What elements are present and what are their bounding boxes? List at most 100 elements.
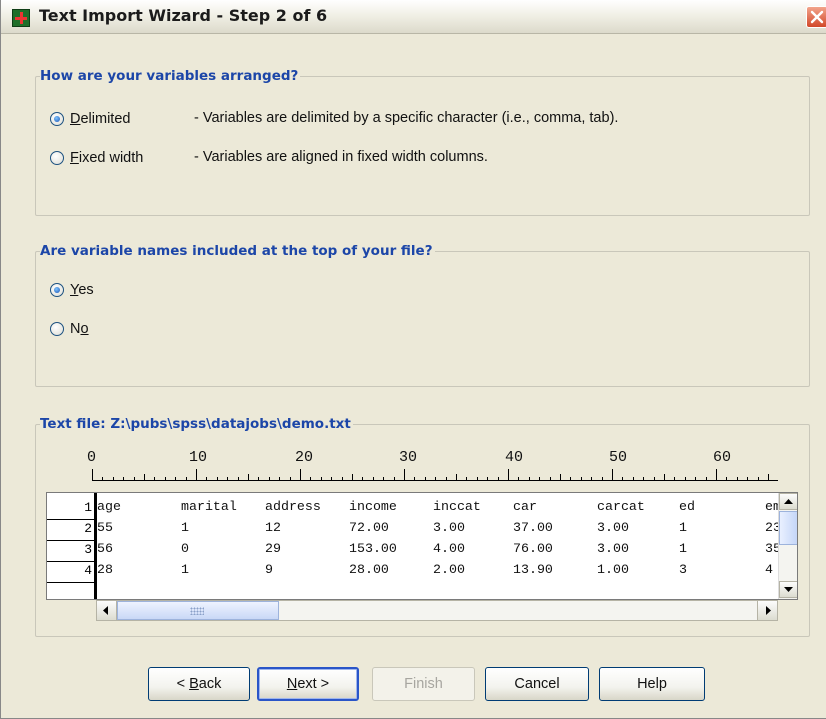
ruler-tick (424, 477, 426, 481)
yes-radio[interactable] (50, 283, 64, 297)
data-cell: 28.00 (349, 562, 389, 577)
data-row: 28 1 9 28.00 2.00 13.90 1.00 3 4 (97, 560, 777, 580)
ruler-tick (352, 474, 353, 481)
back-label: ack (198, 676, 222, 692)
next-button[interactable]: Next > (257, 667, 359, 701)
ruler-tick (768, 474, 769, 481)
row-number: 1 (84, 500, 92, 515)
scroll-right-button[interactable] (757, 601, 777, 620)
data-cell: 1 (181, 520, 189, 535)
ruler-tick (580, 477, 582, 481)
fixed-width-description: - Variables are aligned in fixed width c… (194, 149, 488, 165)
ruler-number: 30 (399, 449, 418, 466)
ruler-tick (601, 477, 603, 481)
data-cell: 28 (97, 562, 113, 577)
data-cell: 76.00 (513, 541, 553, 556)
text-import-wizard-window: Text Import Wizard - Step 2 of 6 How are… (0, 0, 826, 719)
fixed-width-option[interactable]: Fixed width (50, 148, 143, 168)
ruler-tick (612, 469, 613, 481)
data-cell: income (349, 499, 397, 514)
ruler-tick (144, 474, 145, 481)
data-cell: age (97, 499, 121, 514)
back-prefix: < (176, 676, 190, 692)
data-cell: 1 (679, 541, 687, 556)
ruler-tick (726, 477, 728, 481)
variable-names-group: Are variable names included at the top o… (35, 243, 810, 387)
ruler-tick (154, 477, 156, 481)
ruler-tick (393, 477, 395, 481)
arrow-left-icon (103, 606, 108, 615)
ruler-tick (622, 477, 624, 481)
ruler-tick (404, 469, 405, 481)
ruler-tick (372, 477, 374, 481)
ruler-tick (112, 477, 114, 481)
ruler-tick (591, 477, 593, 481)
scroll-up-button[interactable] (779, 493, 797, 510)
vertical-scrollbar[interactable] (778, 493, 797, 599)
cancel-label: Cancel (514, 676, 560, 692)
data-cell: 55 (97, 520, 113, 535)
ruler-tick (414, 477, 416, 481)
help-button[interactable]: Help (599, 667, 705, 701)
cancel-button[interactable]: Cancel (485, 667, 589, 701)
data-cell: 37.00 (513, 520, 553, 535)
ruler-tick (383, 477, 385, 481)
ruler-tick (487, 477, 489, 481)
ruler-tick (674, 477, 676, 481)
scroll-left-button[interactable] (97, 601, 117, 620)
data-cell: 13.90 (513, 562, 553, 577)
no-option[interactable]: No (50, 319, 89, 339)
title-bar: Text Import Wizard - Step 2 of 6 (1, 0, 826, 34)
ruler-tick (456, 474, 457, 481)
data-cell: 3.00 (433, 520, 465, 535)
delimited-radio[interactable] (50, 112, 64, 126)
delimited-label: Delimited (70, 111, 131, 127)
data-cell: 72.00 (349, 520, 389, 535)
row-divider (47, 540, 97, 541)
ruler-tick (497, 477, 499, 481)
ruler-number: 0 (87, 449, 97, 466)
row-number: 2 (84, 521, 92, 536)
row-number: 4 (84, 563, 92, 578)
no-label: No (70, 321, 89, 337)
ruler-tick (445, 477, 447, 481)
ruler-tick (757, 477, 759, 481)
data-cell: 0 (181, 541, 189, 556)
ruler-tick (196, 469, 197, 481)
ruler-tick (133, 477, 135, 481)
column-ruler: 0 10 20 30 40 50 60 (87, 449, 778, 485)
ruler-tick (716, 469, 717, 481)
arrangement-legend: How are your variables arranged? (40, 68, 301, 84)
ruler-tick (310, 477, 312, 481)
vertical-scroll-thumb[interactable] (779, 511, 797, 545)
data-cell: 2.00 (433, 562, 465, 577)
data-cell: marital (181, 499, 237, 514)
back-mnemonic: B (189, 676, 199, 692)
horizontal-scrollbar[interactable] (96, 600, 778, 621)
ruler-tick (632, 477, 634, 481)
ruler-tick (643, 477, 645, 481)
ruler-tick (227, 477, 229, 481)
no-radio[interactable] (50, 322, 64, 336)
ruler-tick (248, 474, 249, 481)
ruler-tick (466, 477, 468, 481)
row-divider (47, 582, 97, 583)
delimited-option[interactable]: Delimited (50, 109, 130, 129)
data-cell: 153.00 (349, 541, 397, 556)
fixed-width-radio[interactable] (50, 151, 64, 165)
data-preview-grid[interactable]: 1 2 3 4 age marital address income inccat car… (46, 492, 798, 600)
ruler-tick (175, 477, 177, 481)
scroll-down-button[interactable] (779, 581, 797, 598)
fixed-width-label: Fixed width (70, 150, 144, 166)
finish-button[interactable]: Finish (372, 667, 475, 701)
ruler-tick (528, 477, 530, 481)
close-button[interactable] (806, 6, 826, 28)
text-file-legend: Text file: Z:\pubs\spss\datajobs\demo.tx… (40, 416, 353, 432)
arrow-right-icon (766, 606, 771, 615)
back-button[interactable]: < Back (148, 667, 250, 701)
data-cell: 4.00 (433, 541, 465, 556)
yes-option[interactable]: Yes (50, 280, 94, 300)
horizontal-scroll-thumb[interactable] (117, 601, 279, 620)
arrangement-group: How are your variables arranged? Delimit… (35, 68, 810, 216)
ruler-tick (300, 469, 301, 481)
